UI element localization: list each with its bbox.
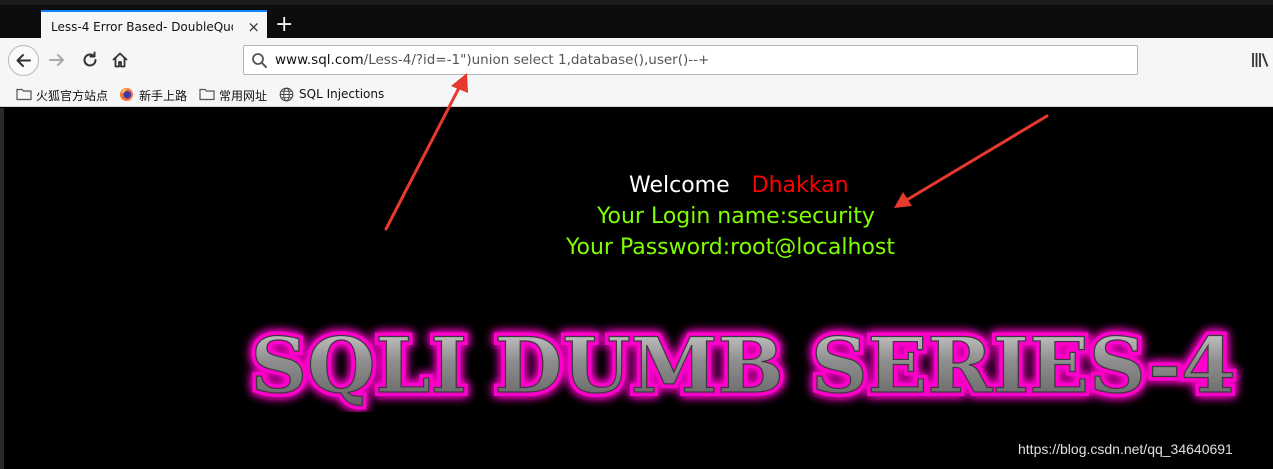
url-host: www.sql.com — [275, 52, 364, 68]
tab-bar: Less-4 Error Based- DoubleQuotes × + — [0, 0, 1273, 43]
url-text[interactable]: www.sql.com/Less-4/?id=-1")union select … — [275, 52, 709, 68]
welcome-message: Welcome Dhakkan — [629, 173, 849, 198]
bookmark-sql-injections[interactable]: SQL Injections — [279, 86, 389, 104]
bookmark-label: 火狐官方站点 — [36, 89, 109, 103]
logo-text: SQLI DUMB SERIES-4 — [251, 322, 1236, 410]
back-arrow-icon — [16, 54, 31, 67]
bookmarks-bar: 火狐官方站点 新手上路 常用网址 SQL Injections — [0, 82, 1273, 107]
new-tab-button[interactable]: + — [275, 14, 293, 36]
login-name-result: Your Login name:security — [597, 204, 875, 229]
bookmark-firefox-official[interactable]: 火狐官方站点 — [16, 86, 116, 104]
bookmark-label: 常用网址 — [219, 89, 268, 103]
reload-button[interactable] — [79, 49, 101, 71]
username: Dhakkan — [751, 173, 849, 198]
folder-icon — [16, 88, 32, 101]
bookmark-getting-started[interactable]: 新手上路 — [119, 86, 194, 104]
forward-arrow-icon — [49, 54, 64, 66]
folder-icon — [199, 88, 215, 101]
library-icon[interactable] — [1251, 51, 1271, 69]
bookmark-common-sites[interactable]: 常用网址 — [199, 86, 274, 104]
bookmark-label: SQL Injections — [299, 87, 385, 101]
password-result: Your Password:root@localhost — [566, 235, 895, 260]
url-path: /Less-4/?id=-1")union select 1,database(… — [363, 52, 710, 68]
forward-button[interactable] — [46, 49, 68, 71]
search-icon — [252, 53, 267, 68]
page-left-edge — [0, 108, 4, 469]
back-button[interactable] — [8, 45, 39, 76]
firefox-icon — [120, 88, 133, 101]
globe-icon — [279, 87, 294, 102]
address-bar[interactable]: www.sql.com/Less-4/?id=-1")union select … — [243, 45, 1138, 75]
csdn-watermark: https://blog.csdn.net/qq_34640691 — [1018, 441, 1233, 457]
reload-icon — [83, 51, 97, 67]
sqli-dumb-series-logo: SQLI DUMB SERIES-4 SQLI DUMB SERIES-4 — [247, 322, 1240, 412]
home-button[interactable] — [109, 49, 131, 71]
home-icon — [112, 52, 128, 68]
bookmark-label: 新手上路 — [139, 89, 188, 103]
tab-title: Less-4 Error Based- DoubleQuotes — [51, 20, 233, 34]
page-content — [0, 108, 1273, 469]
nav-toolbar: www.sql.com/Less-4/?id=-1")union select … — [0, 38, 1273, 82]
welcome-label: Welcome — [629, 173, 730, 198]
tab-close-icon[interactable]: × — [247, 18, 260, 36]
